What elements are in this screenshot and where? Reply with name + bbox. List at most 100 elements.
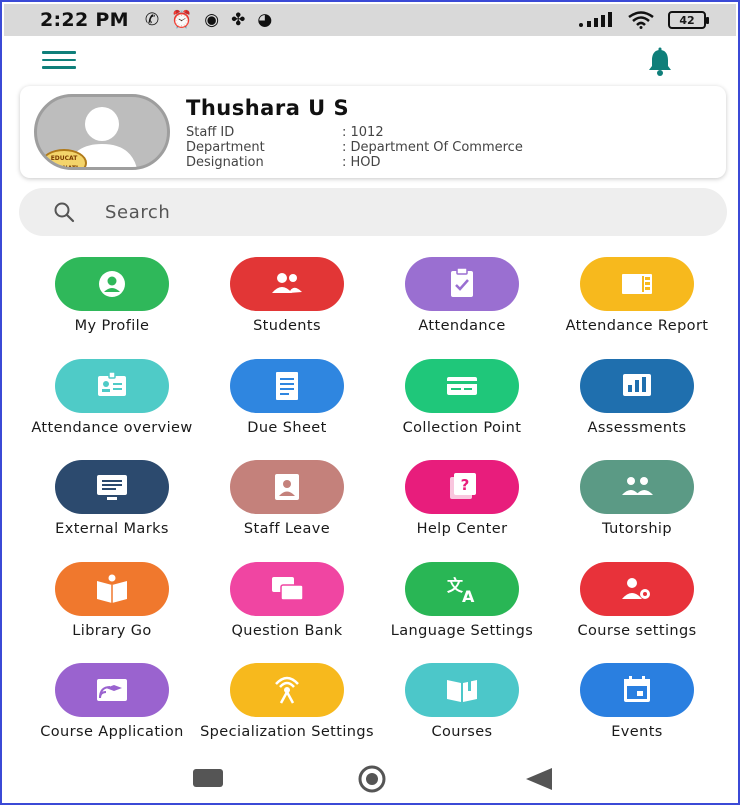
tile-label: Help Center: [416, 521, 508, 537]
profile-row-department: Department : Department Of Commerce: [186, 140, 523, 155]
tile-button[interactable]: [580, 663, 694, 717]
collection-point-icon: [447, 376, 477, 395]
tile-button[interactable]: [580, 460, 694, 514]
wifi-icon: [628, 11, 654, 29]
profile-info: Staff ID : 1012 Department : Department …: [186, 125, 523, 170]
attendance-icon: [451, 267, 473, 297]
search-input[interactable]: [105, 201, 665, 223]
tile-button[interactable]: [230, 257, 344, 311]
tile-collection-point[interactable]: Collection Point: [372, 354, 552, 454]
tile-button[interactable]: [405, 358, 519, 413]
tile-assessments[interactable]: Assessments: [547, 354, 727, 454]
tile-attendance-report[interactable]: Attendance Report: [547, 252, 727, 352]
tile-attendance[interactable]: Attendance: [372, 252, 552, 352]
tile-specialization[interactable]: Specialization Settings: [197, 658, 377, 758]
tile-button[interactable]: [405, 257, 519, 311]
courses-icon: [447, 679, 477, 702]
tile-button[interactable]: [55, 257, 169, 311]
tile-label: Tutorship: [602, 521, 672, 537]
signal-icon: [579, 12, 612, 27]
attendance-overview-icon: [98, 370, 126, 396]
home-button[interactable]: [356, 763, 388, 795]
tile-label: Course Application: [40, 724, 184, 740]
profile-label: Designation: [186, 155, 264, 170]
tile-label: Library Go: [72, 622, 152, 639]
tile-label: Course settings: [577, 622, 697, 639]
course-application-icon: [97, 679, 127, 701]
tile-students[interactable]: Students: [197, 252, 377, 352]
search-bar[interactable]: [19, 188, 727, 236]
profile-value: : HOD: [342, 155, 381, 170]
tile-label: Courses: [431, 724, 493, 740]
alarm-icon: ⏰: [171, 9, 193, 30]
tile-attendance-overview[interactable]: Attendance overview: [22, 354, 202, 454]
system-nav-bar: [4, 759, 736, 801]
tile-profile[interactable]: My Profile: [22, 252, 202, 352]
tutorship-icon: [622, 477, 653, 495]
help-center-icon: ?: [450, 473, 476, 499]
tile-course-application[interactable]: Course Application: [22, 658, 202, 758]
status-bar: 2:22 PM ✆ ⏰ ◉ ✤ ◕ 42: [4, 4, 736, 36]
avatar: EDUCAT TERNATI: [34, 94, 170, 170]
events-icon: [624, 676, 650, 702]
tile-button[interactable]: [55, 460, 169, 514]
profile-card[interactable]: EDUCAT TERNATI Thushara U S Staff ID : 10…: [20, 86, 726, 178]
tile-button[interactable]: [230, 358, 344, 413]
due-sheet-icon: [276, 371, 298, 400]
tile-language[interactable]: 文 A Language Settings: [372, 557, 552, 657]
students-icon: [272, 273, 302, 293]
tile-button[interactable]: [580, 257, 694, 311]
back-button[interactable]: [524, 767, 554, 791]
profile-row-staff-id: Staff ID : 1012: [186, 125, 523, 140]
tile-button[interactable]: ?: [405, 460, 519, 514]
tile-button[interactable]: [580, 358, 694, 413]
tile-label: My Profile: [74, 318, 150, 334]
status-time: 2:22 PM: [40, 9, 129, 31]
tile-tutorship[interactable]: Tutorship: [547, 455, 727, 555]
notification-bell-icon[interactable]: [644, 46, 676, 78]
library-icon: [97, 574, 127, 603]
tile-label: Staff Leave: [243, 521, 331, 537]
tile-button[interactable]: [55, 561, 169, 616]
profile-name: Thushara U S: [186, 96, 350, 120]
search-icon: [54, 202, 75, 223]
profile-label: Department: [186, 140, 265, 155]
tile-events[interactable]: Events: [547, 658, 727, 758]
tile-button[interactable]: 文A: [405, 561, 519, 616]
phone-screen: 2:22 PM ✆ ⏰ ◉ ✤ ◕ 42 EDUCAT TERNATI Thus…: [0, 0, 740, 805]
app-notification-icon: ◉: [204, 9, 220, 30]
question-bank-icon: [272, 576, 304, 601]
tile-button[interactable]: [55, 663, 169, 717]
tile-button[interactable]: [230, 663, 344, 717]
profile-row-designation: Designation : HOD: [186, 155, 523, 170]
tile-external-marks[interactable]: External Marks: [22, 455, 202, 555]
status-left: 2:22 PM ✆ ⏰ ◉ ✤ ◕: [40, 9, 272, 31]
tile-courses[interactable]: Courses: [372, 658, 552, 758]
tile-button[interactable]: [230, 561, 344, 616]
external-marks-icon: [97, 475, 127, 500]
tile-question-bank[interactable]: Question Bank: [197, 557, 377, 657]
svg-text:A: A: [462, 587, 475, 606]
battery-icon: 42: [668, 11, 709, 29]
tile-label: Attendance Report: [565, 318, 709, 334]
tile-button[interactable]: [230, 460, 344, 514]
tile-help-center[interactable]: ? Help Center: [372, 455, 552, 555]
tile-label: Attendance: [418, 318, 506, 334]
tile-library[interactable]: Library Go: [22, 557, 202, 657]
app-grid-icon: ✤: [231, 9, 246, 30]
profile-value: : Department Of Commerce: [342, 140, 523, 155]
tile-due-sheet[interactable]: Due Sheet: [197, 354, 377, 454]
language-icon: 文A: [447, 576, 475, 606]
tile-button[interactable]: [55, 358, 169, 413]
tile-course-settings[interactable]: Course settings: [547, 557, 727, 657]
tile-button[interactable]: [580, 561, 694, 616]
tile-label: External Marks: [55, 521, 169, 537]
course-settings-icon: [622, 577, 650, 599]
tile-staff-leave[interactable]: Staff Leave: [197, 455, 377, 555]
recent-apps-button[interactable]: [193, 769, 223, 787]
tile-label: Due Sheet: [247, 419, 327, 436]
tile-button[interactable]: [405, 663, 519, 717]
menu-icon[interactable]: [42, 51, 76, 71]
assessments-icon: [623, 373, 651, 396]
tile-label: Assessments: [587, 419, 687, 436]
